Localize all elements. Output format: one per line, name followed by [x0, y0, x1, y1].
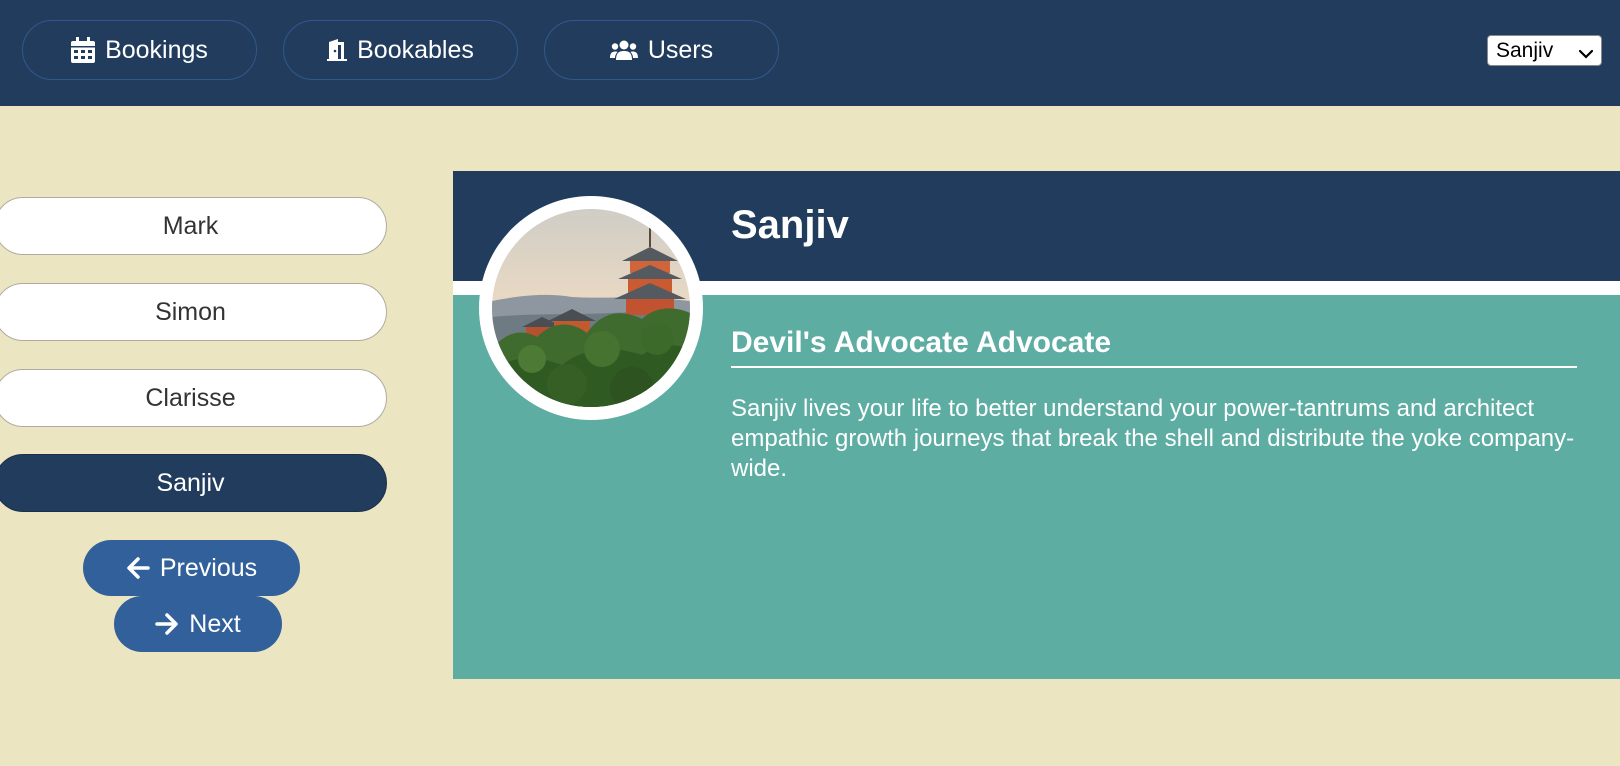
user-details-notes: Sanjiv lives your life to better underst… [731, 395, 1575, 482]
next-button-label: Next [189, 609, 241, 638]
door-icon [327, 39, 348, 61]
calendar-icon [71, 37, 96, 63]
chevron-down-icon [1578, 43, 1594, 67]
arrow-left-icon [126, 557, 160, 579]
user-list-item-label: Mark [162, 211, 219, 240]
user-list-item-mark[interactable]: Mark [0, 197, 387, 255]
user-picker-value: Sanjiv [1496, 38, 1554, 62]
arrow-right-icon [155, 613, 189, 635]
nav-users-link[interactable]: Users [544, 20, 779, 80]
user-list-item-clarisse[interactable]: Clarisse [0, 369, 387, 427]
next-button[interactable]: Next [114, 596, 282, 652]
avatar [479, 196, 703, 420]
user-list-item-label: Sanjiv [156, 468, 225, 497]
user-picker-select[interactable]: Sanjiv [1487, 35, 1602, 66]
user-details-name: Sanjiv [731, 203, 849, 247]
previous-button-label: Previous [159, 553, 258, 582]
user-details-title: Devil's Advocate Advocate [731, 326, 1577, 368]
user-details-panel: Sanjiv Devil's Advocate Advocate Sanjiv … [453, 171, 1620, 679]
nav-bookables-label: Bookables [357, 35, 474, 64]
previous-button[interactable]: Previous [83, 540, 300, 596]
nav-bookables-link[interactable]: Bookables [283, 20, 518, 80]
nav-bookings-link[interactable]: Bookings [22, 20, 257, 80]
users-icon [609, 40, 638, 60]
user-list-item-label: Simon [155, 297, 226, 326]
nav-users-label: Users [647, 35, 714, 64]
nav-bookings-label: Bookings [105, 35, 208, 64]
user-list-item-sanjiv[interactable]: Sanjiv [0, 454, 387, 512]
top-nav-bar: Bookings Bookables Users Sanjiv [0, 0, 1620, 106]
user-list-item-label: Clarisse [145, 383, 236, 412]
pagoda-photo [492, 209, 690, 407]
user-list-item-simon[interactable]: Simon [0, 283, 387, 341]
